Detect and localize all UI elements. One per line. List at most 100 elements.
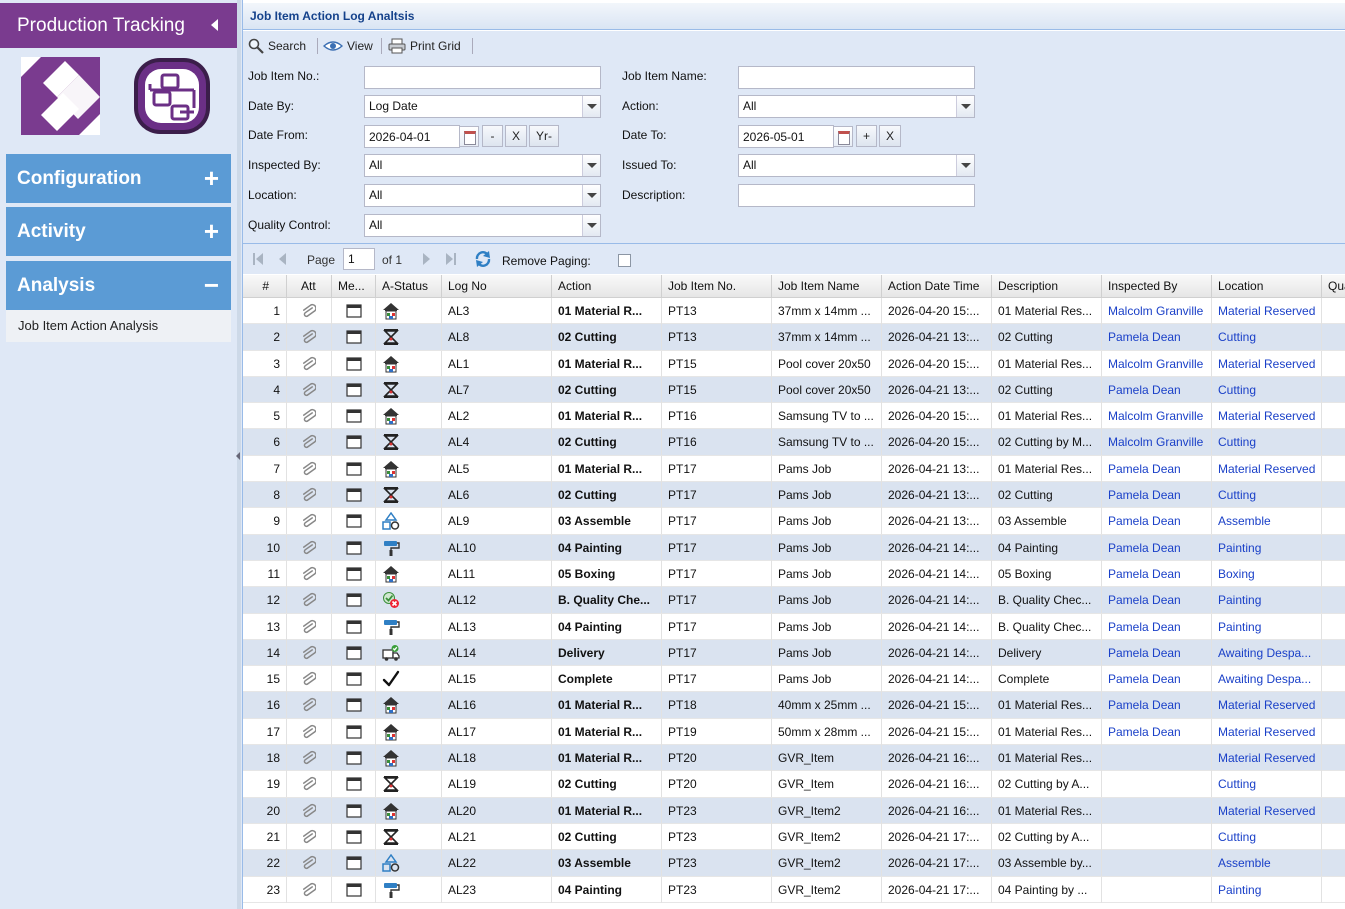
location-link[interactable]: Cutting bbox=[1212, 823, 1322, 850]
chevron-down-icon[interactable] bbox=[582, 155, 600, 176]
location-link[interactable]: Material Reserved bbox=[1212, 455, 1322, 482]
memo-window-icon[interactable] bbox=[332, 876, 376, 903]
location-link[interactable]: Painting bbox=[1212, 876, 1322, 903]
table-row[interactable]: 21 AL21 02 Cutting PT23 GVR_Item2 2026-04-21 … bbox=[243, 823, 1345, 851]
inspected-by-link[interactable]: Pamela Dean bbox=[1102, 324, 1212, 351]
memo-window-icon[interactable] bbox=[332, 587, 376, 614]
location-link[interactable]: Cutting bbox=[1212, 429, 1322, 456]
accordion-configuration[interactable]: Configuration + bbox=[6, 154, 231, 203]
view-button[interactable]: View bbox=[323, 35, 373, 57]
table-row[interactable]: 10 AL10 04 Painting PT17 Pams Job 2026-04-21 … bbox=[243, 534, 1345, 561]
inspected-by-link[interactable]: Malcolm Granville bbox=[1102, 429, 1212, 456]
paperclip-icon[interactable] bbox=[287, 560, 332, 587]
page-number-input[interactable] bbox=[343, 248, 375, 270]
chevron-down-icon[interactable] bbox=[956, 96, 974, 117]
date-to-calendar-icon[interactable] bbox=[833, 126, 853, 147]
memo-window-icon[interactable] bbox=[332, 376, 376, 403]
location-link[interactable]: Cutting bbox=[1212, 324, 1322, 351]
location-link[interactable]: Material Reserved bbox=[1212, 745, 1322, 772]
table-row[interactable]: 20 AL20 01 Material R... PT23 GVR_Item2 2026-… bbox=[243, 797, 1345, 824]
date-from-clear-button[interactable]: X bbox=[505, 125, 527, 147]
location-link[interactable]: Painting bbox=[1212, 534, 1322, 561]
inspected-by-link[interactable]: Pamela Dean bbox=[1102, 587, 1212, 614]
date-from-year-button[interactable]: Yr- bbox=[529, 125, 559, 147]
memo-window-icon[interactable] bbox=[332, 850, 376, 877]
accordion-analysis[interactable]: Analysis − bbox=[6, 261, 231, 310]
paperclip-icon[interactable] bbox=[287, 876, 332, 903]
inspected-by-link[interactable]: Pamela Dean bbox=[1102, 482, 1212, 509]
last-page-icon[interactable] bbox=[445, 252, 457, 266]
inspected-by-link[interactable]: Malcolm Granville bbox=[1102, 298, 1212, 324]
location-link[interactable]: Cutting bbox=[1212, 376, 1322, 403]
job-item-no-input[interactable] bbox=[364, 66, 601, 89]
table-row[interactable]: 5 AL2 01 Material R... PT16 Samsung TV to ..… bbox=[243, 403, 1345, 430]
location-link[interactable]: Cutting bbox=[1212, 482, 1322, 509]
refresh-icon[interactable] bbox=[474, 250, 492, 268]
paperclip-icon[interactable] bbox=[287, 666, 332, 693]
search-button[interactable]: Search bbox=[248, 35, 306, 57]
table-row[interactable]: 2 AL8 02 Cutting PT13 37mm x 14mm ... 2026-04… bbox=[243, 324, 1345, 351]
inspected-by-link[interactable]: Pamela Dean bbox=[1102, 534, 1212, 561]
table-row[interactable]: 19 AL19 02 Cutting PT20 GVR_Item 2026-04-21 1… bbox=[243, 771, 1345, 798]
chevron-down-icon[interactable] bbox=[582, 215, 600, 236]
table-row[interactable]: 4 AL7 02 Cutting PT15 Pool cover 20x50 2026-0… bbox=[243, 376, 1345, 404]
col-header-att[interactable]: Att bbox=[287, 275, 332, 298]
paperclip-icon[interactable] bbox=[287, 823, 332, 850]
col-header-quality[interactable]: Qua bbox=[1322, 275, 1345, 298]
memo-window-icon[interactable] bbox=[332, 797, 376, 824]
first-page-icon[interactable] bbox=[252, 252, 264, 266]
table-row[interactable]: 18 AL18 01 Material R... PT20 GVR_Item 2026-0… bbox=[243, 745, 1345, 772]
inspected-by-link[interactable]: Pamela Dean bbox=[1102, 376, 1212, 403]
paperclip-icon[interactable] bbox=[287, 534, 332, 561]
location-link[interactable]: Material Reserved bbox=[1212, 692, 1322, 719]
memo-window-icon[interactable] bbox=[332, 692, 376, 719]
col-header-a-status[interactable]: A-Status bbox=[376, 275, 442, 298]
table-row[interactable]: 7 AL5 01 Material R... PT17 Pams Job 2026-04-… bbox=[243, 455, 1345, 483]
table-row[interactable]: 14 AL14 Delivery PT17 Pams Job 2026-04-21 14:… bbox=[243, 639, 1345, 667]
memo-window-icon[interactable] bbox=[332, 403, 376, 430]
table-row[interactable]: 12 AL12 B. Quality Che... PT17 Pams Job 2026-… bbox=[243, 587, 1345, 614]
inspected-by-link[interactable]: Pamela Dean bbox=[1102, 613, 1212, 640]
memo-window-icon[interactable] bbox=[332, 718, 376, 745]
col-header-log-no[interactable]: Log No bbox=[442, 275, 552, 298]
col-header-job-item-name[interactable]: Job Item Name bbox=[772, 275, 882, 298]
paperclip-icon[interactable] bbox=[287, 587, 332, 614]
nav-job-item-action-analysis[interactable]: Job Item Action Analysis bbox=[6, 310, 231, 342]
date-from-input[interactable] bbox=[364, 125, 460, 148]
memo-window-icon[interactable] bbox=[332, 666, 376, 693]
table-row[interactable]: 13 AL13 04 Painting PT17 Pams Job 2026-04-21 … bbox=[243, 613, 1345, 640]
table-row[interactable]: 1 AL3 01 Material R... PT13 37mm x 14mm ... 2… bbox=[243, 298, 1345, 325]
paperclip-icon[interactable] bbox=[287, 482, 332, 509]
paperclip-icon[interactable] bbox=[287, 455, 332, 482]
paperclip-icon[interactable] bbox=[287, 797, 332, 824]
col-header-location[interactable]: Location bbox=[1212, 275, 1322, 298]
date-from-calendar-icon[interactable] bbox=[459, 126, 479, 147]
table-row[interactable]: 22 AL22 03 Assemble PT23 GVR_Item2 2026-04-21… bbox=[243, 850, 1345, 877]
date-to-input[interactable] bbox=[738, 125, 834, 148]
paperclip-icon[interactable] bbox=[287, 613, 332, 640]
quality-control-select[interactable]: All bbox=[364, 214, 601, 237]
splitter-arrow-icon[interactable] bbox=[236, 452, 240, 460]
location-link[interactable]: Cutting bbox=[1212, 771, 1322, 798]
location-link[interactable]: Painting bbox=[1212, 613, 1322, 640]
memo-window-icon[interactable] bbox=[332, 771, 376, 798]
inspected-by-link[interactable]: Malcolm Granville bbox=[1102, 403, 1212, 430]
memo-window-icon[interactable] bbox=[332, 324, 376, 351]
inspected-by-link[interactable]: Pamela Dean bbox=[1102, 508, 1212, 535]
inspected-by-link[interactable]: Pamela Dean bbox=[1102, 560, 1212, 587]
location-link[interactable]: Awaiting Despa... bbox=[1212, 639, 1322, 666]
memo-window-icon[interactable] bbox=[332, 508, 376, 535]
location-link[interactable]: Material Reserved bbox=[1212, 350, 1322, 377]
location-link[interactable]: Assemble bbox=[1212, 508, 1322, 535]
chevron-down-icon[interactable] bbox=[956, 155, 974, 176]
chevron-down-icon[interactable] bbox=[582, 185, 600, 206]
paperclip-icon[interactable] bbox=[287, 350, 332, 377]
paperclip-icon[interactable] bbox=[287, 324, 332, 351]
location-link[interactable]: Material Reserved bbox=[1212, 797, 1322, 824]
table-row[interactable]: 17 AL17 01 Material R... PT19 50mm x 28mm ..… bbox=[243, 718, 1345, 746]
paperclip-icon[interactable] bbox=[287, 771, 332, 798]
memo-window-icon[interactable] bbox=[332, 298, 376, 324]
inspected-by-link[interactable]: Pamela Dean bbox=[1102, 692, 1212, 719]
table-row[interactable]: 8 AL6 02 Cutting PT17 Pams Job 2026-04-21 13:… bbox=[243, 482, 1345, 509]
prev-page-icon[interactable] bbox=[278, 252, 288, 266]
